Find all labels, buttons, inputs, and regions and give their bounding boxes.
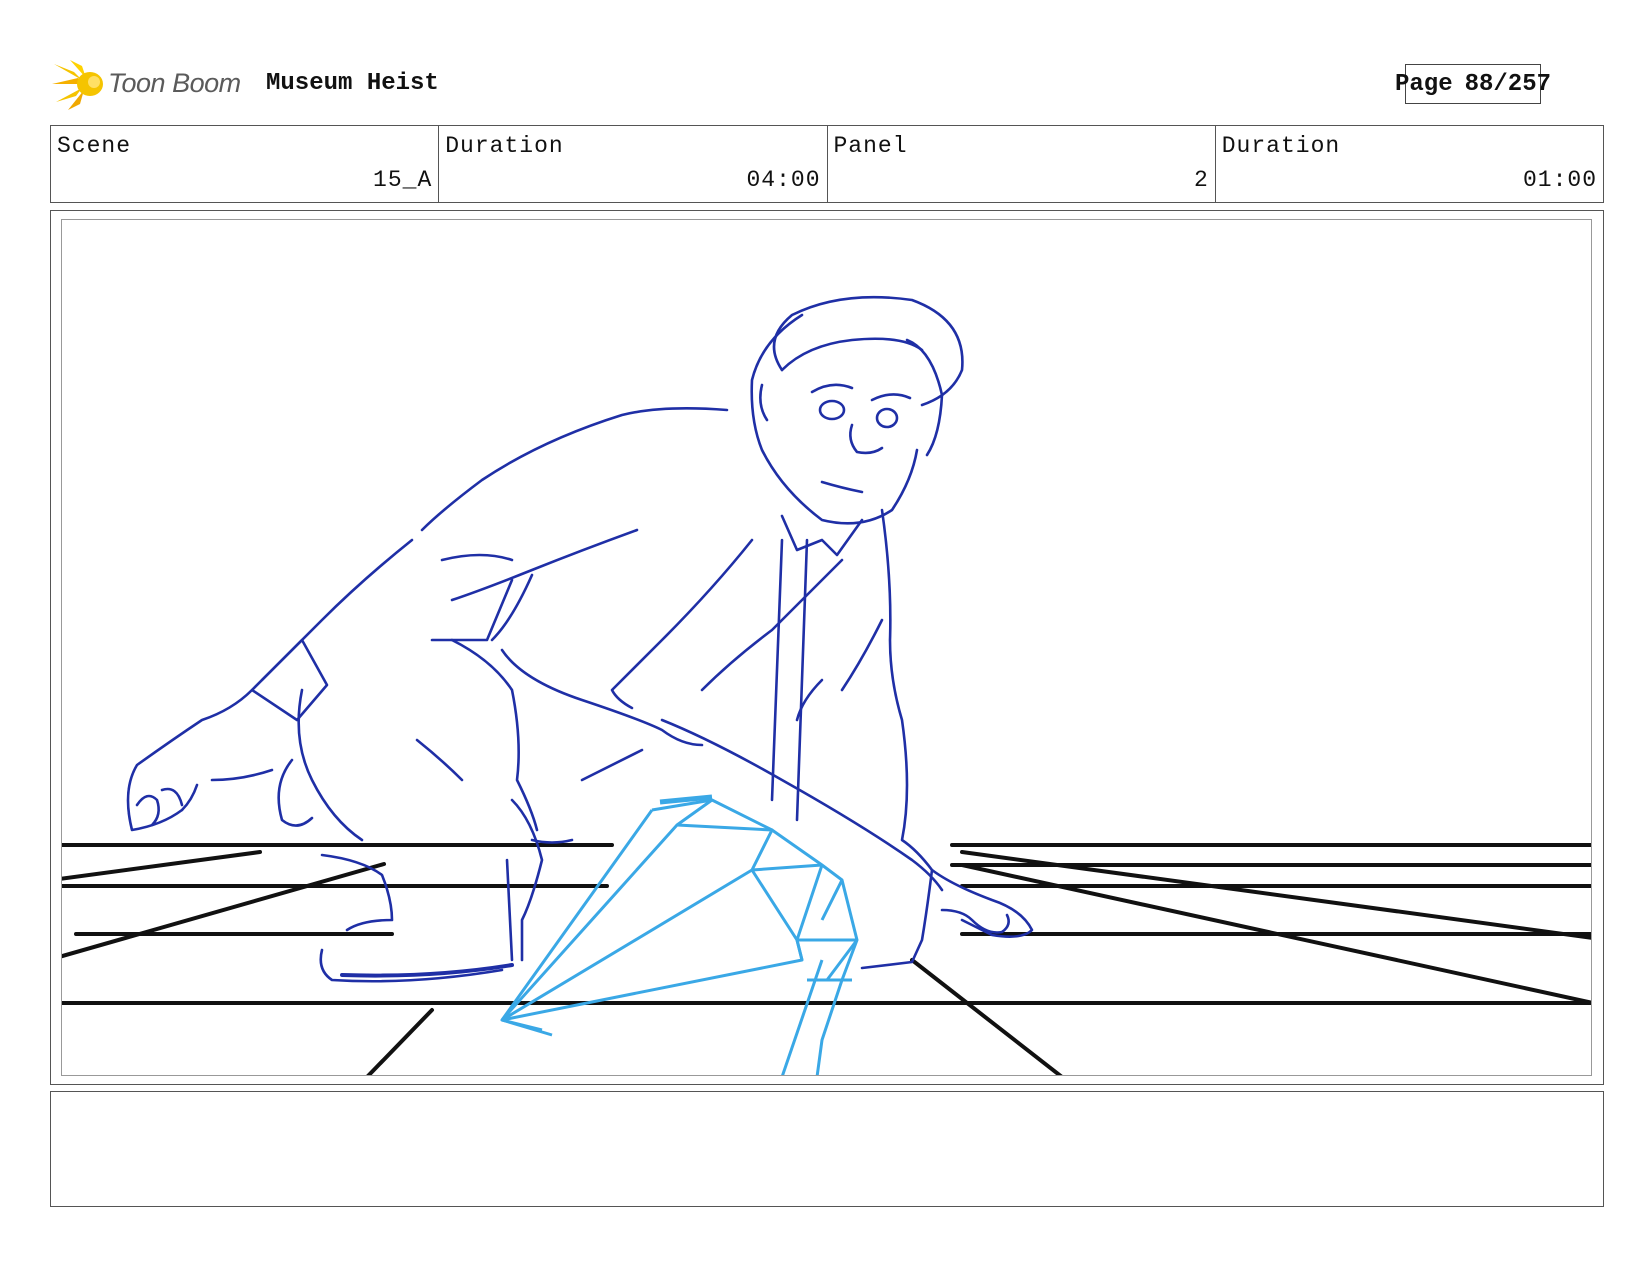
panel-value: 2: [1193, 167, 1209, 193]
diamond-sketch: [500, 794, 859, 1075]
toon-boom-logo: Toon Boom: [52, 58, 252, 112]
scene-duration-cell: Duration 04:00: [439, 126, 828, 202]
floor-grid: [62, 843, 1591, 1075]
crouching-thief-with-diamond-sketch: [62, 295, 1591, 1075]
panel-duration-cell: Duration 01:00: [1216, 126, 1603, 202]
storyboard-panel-frame: [50, 210, 1604, 1085]
page-number: 88/257: [1464, 70, 1552, 98]
sunburst-icon: [52, 60, 103, 110]
storyboard-panel-image: [61, 219, 1592, 1076]
scene-cell: Scene 15_A: [51, 126, 440, 202]
thief-character: [126, 295, 1034, 983]
panel-notes-box[interactable]: [50, 1091, 1604, 1207]
page-label: Page: [1394, 70, 1453, 98]
logo-text: Toon Boom: [108, 68, 241, 98]
scene-duration-value: 04:00: [746, 167, 821, 193]
panel-label: Panel: [833, 133, 908, 159]
scene-info-table: Scene 15_A Duration 04:00 Panel 2 Durati…: [50, 125, 1604, 203]
scene-label: Scene: [57, 133, 132, 159]
page-indicator: Page 88/257: [1395, 64, 1551, 104]
panel-cell: Panel 2: [828, 126, 1216, 202]
panel-duration-value: 01:00: [1522, 167, 1597, 193]
panel-duration-label: Duration: [1221, 133, 1341, 159]
scene-value: 15_A: [373, 167, 433, 193]
scene-duration-label: Duration: [445, 133, 564, 159]
project-title: Museum Heist: [266, 70, 439, 97]
